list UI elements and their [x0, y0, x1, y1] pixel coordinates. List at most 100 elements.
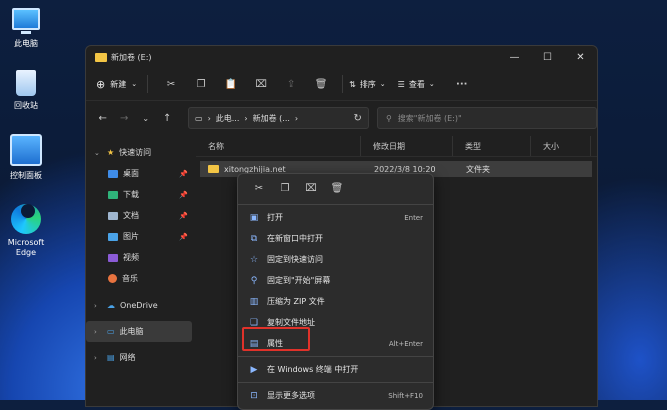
- copy-icon[interactable]: ❐: [186, 79, 216, 90]
- desktop-icon-edge[interactable]: Microsoft Edge: [0, 196, 61, 258]
- sidebar-item-pictures[interactable]: 图片 📌: [86, 226, 196, 247]
- menu-item-open-terminal[interactable]: ▶ 在 Windows 终端 中打开: [238, 359, 433, 380]
- music-icon: [108, 274, 117, 283]
- chevron-down-icon[interactable]: ⌄: [135, 114, 157, 123]
- folder-icon: [208, 165, 219, 173]
- sidebar-item-music[interactable]: 音乐: [86, 268, 196, 289]
- menu-item-shortcut: Alt+Enter: [388, 339, 423, 348]
- network-icon: ▤: [107, 353, 115, 362]
- breadcrumb-separator-icon: ›: [244, 113, 248, 123]
- breadcrumb-drive[interactable]: 新加卷 (...: [253, 113, 290, 124]
- chevron-right-icon[interactable]: ›: [94, 328, 102, 336]
- sort-icon: ⇅: [349, 79, 356, 89]
- sidebar-item-label: 桌面: [123, 169, 139, 178]
- share-icon[interactable]: ⇪: [276, 79, 306, 90]
- search-placeholder: 搜索"新加卷 (E:)": [397, 113, 462, 123]
- paste-icon[interactable]: 📋: [216, 79, 246, 90]
- desktop-icon-label: 回收站: [14, 101, 38, 110]
- new-label: 新建: [110, 79, 127, 89]
- delete-icon[interactable]: 🗑: [306, 79, 336, 90]
- menu-divider: [238, 204, 433, 205]
- refresh-icon[interactable]: ↻: [354, 113, 362, 124]
- drive-icon: [95, 52, 107, 62]
- close-button[interactable]: ✕: [564, 52, 597, 63]
- address-bar[interactable]: ▭ › 此电... › 新加卷 (... › ↻: [188, 107, 369, 129]
- desktop-icon-label: 此电脑: [14, 39, 38, 48]
- sidebar-item-desktop[interactable]: 桌面 📌: [86, 163, 196, 184]
- menu-item-open[interactable]: ▣ 打开 Enter: [238, 207, 433, 228]
- title-bar: 新加卷 (E:) — ☐ ✕: [86, 46, 597, 68]
- view-icon: ☰: [397, 79, 405, 89]
- breadcrumb-this-pc[interactable]: 此电...: [216, 113, 240, 124]
- command-bar: ⊕ 新建 ⌄ ✂ ❐ 📋 ⌧ ⇪ 🗑 ⇅ 排序 ⌄ ☰ 查看 ⌄ ···: [86, 68, 597, 101]
- forward-icon[interactable]: →: [114, 113, 136, 124]
- more-options-icon[interactable]: ···: [447, 79, 477, 90]
- rename-icon[interactable]: ⌧: [298, 183, 324, 194]
- menu-item-pin-quick-access[interactable]: ☆ 固定到快速访问: [238, 249, 433, 270]
- column-header-type[interactable]: 类型: [453, 136, 531, 156]
- chevron-right-icon[interactable]: ›: [94, 354, 102, 362]
- sidebar-item-videos[interactable]: 视频: [86, 247, 196, 268]
- cloud-icon: ☁: [107, 301, 115, 310]
- back-icon[interactable]: ←: [92, 113, 114, 124]
- sidebar-item-label: 视频: [123, 253, 139, 262]
- menu-item-shortcut: Shift+F10: [388, 391, 423, 400]
- pin-icon: 📌: [179, 211, 188, 220]
- desktop-icon-control-panel[interactable]: 控制面板: [0, 134, 61, 181]
- toolbar-divider: [342, 75, 344, 93]
- download-icon: [108, 190, 118, 199]
- column-header-size[interactable]: 大小: [531, 136, 591, 156]
- cut-icon[interactable]: ✂: [246, 183, 272, 194]
- menu-item-compress-zip[interactable]: ▥ 压缩为 ZIP 文件: [238, 291, 433, 312]
- desktop-icon-label: 控制面板: [10, 171, 42, 180]
- rename-icon[interactable]: ⌧: [246, 79, 276, 90]
- edge-icon: [11, 204, 41, 234]
- search-input[interactable]: ⚲ 搜索"新加卷 (E:)": [376, 107, 597, 129]
- pin-icon: 📌: [179, 232, 188, 241]
- breadcrumb-separator-icon: ›: [294, 113, 299, 123]
- menu-item-label: 压缩为 ZIP 文件: [267, 297, 325, 306]
- pin-icon: 📌: [179, 169, 188, 178]
- view-button[interactable]: ☰ 查看 ⌄: [398, 79, 435, 90]
- terminal-icon: ▶: [250, 364, 258, 375]
- sidebar-item-downloads[interactable]: 下载 📌: [86, 184, 196, 205]
- column-header-modified[interactable]: 修改日期: [361, 136, 453, 156]
- sidebar-item-this-pc[interactable]: › ▭ 此电脑: [86, 321, 192, 342]
- column-header-name[interactable]: 名称: [196, 136, 361, 156]
- chevron-down-icon[interactable]: ⌄: [94, 149, 102, 157]
- desktop-folder-icon: [108, 169, 118, 178]
- new-window-icon: ⧉: [250, 233, 258, 244]
- star-icon: ★: [107, 148, 115, 157]
- menu-item-open-new-window[interactable]: ⧉ 在新窗口中打开: [238, 228, 433, 249]
- sort-button[interactable]: ⇅ 排序 ⌄: [349, 79, 386, 90]
- minimize-button[interactable]: —: [498, 52, 531, 63]
- plus-circle-icon: ⊕: [96, 77, 106, 91]
- copy-icon[interactable]: ❐: [272, 183, 298, 194]
- menu-item-pin-start[interactable]: ⚲ 固定到"开始"屏幕: [238, 270, 433, 291]
- up-icon[interactable]: ↑: [157, 113, 179, 124]
- open-icon: ▣: [249, 212, 259, 223]
- sidebar-item-onedrive[interactable]: › ☁ OneDrive: [86, 295, 196, 316]
- chevron-down-icon: ⌄: [428, 80, 435, 88]
- cut-icon[interactable]: ✂: [156, 79, 186, 90]
- maximize-button[interactable]: ☐: [531, 52, 564, 63]
- file-type: 文件夹: [466, 164, 490, 174]
- sidebar-item-label: 图片: [123, 232, 139, 241]
- chevron-right-icon[interactable]: ›: [94, 302, 102, 310]
- sidebar-item-documents[interactable]: 文档 📌: [86, 205, 196, 226]
- chevron-down-icon: ⌄: [379, 80, 386, 88]
- sidebar-item-network[interactable]: › ▤ 网络: [86, 347, 196, 368]
- menu-item-label: 固定到快速访问: [267, 255, 323, 264]
- desktop-icon-this-pc[interactable]: 此电脑: [0, 8, 61, 49]
- delete-icon[interactable]: 🗑: [324, 183, 350, 194]
- menu-item-more-options[interactable]: ⊡ 显示更多选项 Shift+F10: [238, 385, 433, 406]
- sidebar-item-label: 快速访问: [119, 148, 152, 157]
- desktop-icon-recycle-bin[interactable]: 回收站: [0, 70, 61, 111]
- more-options-icon: ⊡: [250, 390, 258, 401]
- pin-icon: 📌: [179, 190, 188, 199]
- menu-item-label: 显示更多选项: [267, 391, 315, 400]
- sidebar-item-label: 音乐: [122, 274, 138, 283]
- sidebar-item-quick-access[interactable]: ⌄ ★ 快速访问: [86, 142, 196, 163]
- new-button[interactable]: ⊕ 新建 ⌄: [96, 75, 149, 93]
- picture-icon: [108, 232, 118, 241]
